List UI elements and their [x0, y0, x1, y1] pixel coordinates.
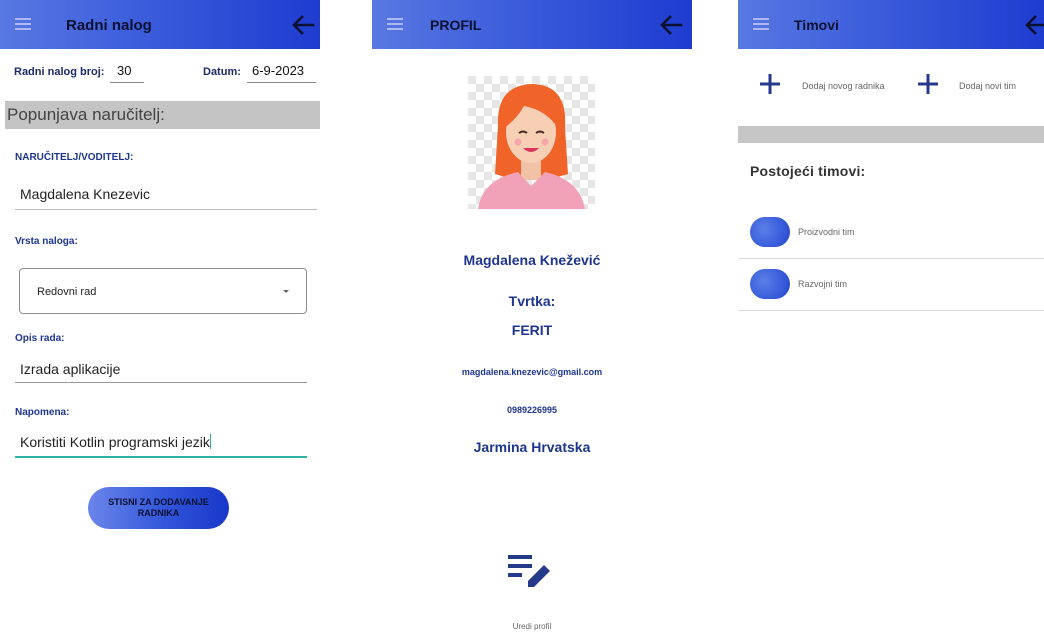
team-name: Proizvodni tim	[798, 227, 855, 237]
date-input[interactable]: 6-9-2023	[252, 63, 304, 78]
date-label: Datum:	[203, 66, 241, 78]
caret-down-icon	[283, 290, 289, 293]
order-number-underline	[110, 82, 144, 83]
team-row[interactable]: Razvojni tim	[738, 259, 1044, 311]
profile-location: Jarmina Hrvatska	[473, 439, 591, 455]
add-worker-plus-icon[interactable]	[760, 74, 780, 94]
company-value: FERIT	[511, 322, 553, 338]
text-cursor	[209, 434, 211, 449]
app-bar: PROFIL	[372, 0, 692, 49]
existing-teams-title: Postojeći timovi:	[750, 163, 866, 179]
arrow-left-icon[interactable]	[291, 14, 315, 36]
app-bar-title: PROFIL	[430, 17, 482, 33]
add-worker-label[interactable]: Dodaj novog radnika	[802, 81, 885, 91]
order-number-input[interactable]: 30	[117, 63, 131, 78]
order-type-dropdown[interactable]: Redovni rad	[19, 268, 307, 314]
section-header: Popunjava naručitelj:	[5, 101, 320, 129]
team-avatar	[750, 269, 790, 299]
team-name: Razvojni tim	[798, 279, 848, 289]
add-team-label[interactable]: Dodaj novi tim	[959, 81, 1016, 91]
app-bar-title: Timovi	[794, 17, 839, 33]
profile-phone: 0989226995	[506, 405, 558, 415]
hamburger-icon[interactable]	[387, 18, 403, 30]
profile-screen: PROFIL Magdalena Knežević Tvrtka: FERIT …	[372, 0, 692, 632]
note-input-text: Koristiti Kotlin programski jezik	[20, 434, 210, 450]
order-number-label: Radni nalog broj:	[14, 66, 105, 78]
edit-list-icon[interactable]	[508, 553, 552, 593]
add-workers-button[interactable]: STISNI ZA DODAVANJE RADNIKA	[88, 487, 229, 529]
team-row[interactable]: Proizvodni tim	[738, 207, 1044, 259]
edit-profile-label[interactable]: Uredi profil	[372, 622, 692, 631]
work-description-input[interactable]: Izrada aplikacije	[20, 361, 120, 377]
app-bar: Timovi	[738, 0, 1044, 49]
work-description-label: Opis rada:	[15, 333, 65, 344]
profile-email: magdalena.knezevic@gmail.com	[461, 367, 603, 377]
work-order-screen: Radni nalog Radni nalog broj: 30 Datum: …	[0, 0, 320, 632]
order-type-label: Vrsta naloga:	[15, 236, 78, 247]
work-description-underline	[15, 382, 307, 383]
teams-screen: Timovi Dodaj novog radnika Dodaj novi ti…	[738, 0, 1044, 632]
app-bar: Radni nalog	[0, 0, 320, 49]
client-label: NARUČITELJ/VODITELJ:	[15, 152, 134, 163]
arrow-left-icon[interactable]	[659, 14, 683, 36]
team-avatar	[750, 217, 790, 247]
profile-name: Magdalena Knežević	[463, 252, 601, 268]
hamburger-icon[interactable]	[15, 18, 31, 30]
arrow-left-icon[interactable]	[1024, 14, 1044, 36]
app-bar-title: Radni nalog	[66, 17, 152, 34]
note-input[interactable]: Koristiti Kotlin programski jezik	[20, 434, 211, 450]
avatar	[468, 76, 595, 209]
hamburger-icon[interactable]	[753, 18, 769, 30]
order-type-selected: Redovni rad	[37, 286, 97, 298]
note-label: Napomena:	[15, 407, 70, 418]
client-input[interactable]: Magdalena Knezevic	[20, 186, 150, 202]
add-team-plus-icon[interactable]	[918, 74, 938, 94]
company-label: Tvrtka:	[508, 293, 556, 309]
client-underline	[15, 209, 317, 210]
date-underline	[247, 82, 316, 83]
note-underline-focused	[15, 456, 307, 458]
divider-strip	[738, 126, 1044, 143]
